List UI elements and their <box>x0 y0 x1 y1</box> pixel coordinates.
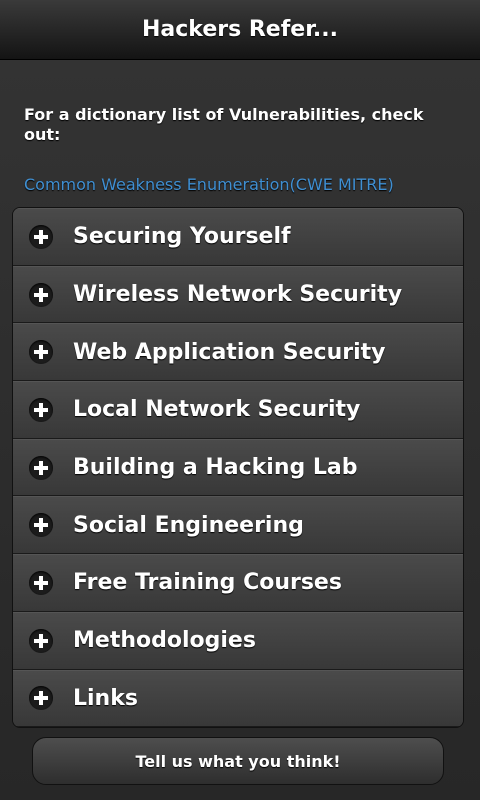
section-item-local-network-security[interactable]: Local Network Security <box>13 381 463 439</box>
plus-icon <box>29 224 53 249</box>
section-item-label: Local Network Security <box>73 397 361 423</box>
plus-icon <box>29 513 53 538</box>
section-item-free-training-courses[interactable]: Free Training Courses <box>13 554 463 612</box>
page-title: Hackers Refer... <box>141 17 338 42</box>
section-item-links[interactable]: Links <box>13 669 463 728</box>
section-item-label: Free Training Courses <box>73 570 342 596</box>
cwe-mitre-link[interactable]: Common Weakness Enumeration(CWE MITRE) <box>24 175 456 195</box>
section-item-label: Links <box>73 685 138 711</box>
section-item-securing-yourself[interactable]: Securing Yourself <box>13 208 463 266</box>
section-item-web-application-security[interactable]: Web Application Security <box>13 323 463 382</box>
app-header: Hackers Refer... <box>0 0 480 60</box>
app-screen: Hackers Refer... For a dictionary list o… <box>0 0 480 800</box>
plus-icon <box>29 628 53 653</box>
intro-section: For a dictionary list of Vulnerabilities… <box>0 60 480 195</box>
section-item-social-engineering[interactable]: Social Engineering <box>13 496 463 555</box>
section-item-label: Building a Hacking Lab <box>73 455 358 481</box>
section-item-wireless-network-security[interactable]: Wireless Network Security <box>13 265 463 324</box>
section-item-methodologies[interactable]: Methodologies <box>13 611 463 670</box>
section-item-label: Methodologies <box>73 628 256 654</box>
plus-icon <box>29 397 53 422</box>
section-item-label: Social Engineering <box>73 512 304 538</box>
plus-icon <box>29 340 53 365</box>
intro-text: For a dictionary list of Vulnerabilities… <box>24 105 424 144</box>
section-item-label: Wireless Network Security <box>73 282 403 308</box>
section-item-label: Securing Yourself <box>73 224 291 250</box>
section-list: Securing Yourself Wireless Network Secur… <box>12 207 464 729</box>
plus-icon <box>29 455 53 480</box>
plus-icon <box>29 686 53 711</box>
plus-icon <box>29 282 53 307</box>
plus-icon <box>29 570 53 595</box>
section-item-label: Web Application Security <box>73 339 386 365</box>
feedback-button[interactable]: Tell us what you think! <box>32 737 444 785</box>
section-item-building-a-hacking-lab[interactable]: Building a Hacking Lab <box>13 438 463 497</box>
